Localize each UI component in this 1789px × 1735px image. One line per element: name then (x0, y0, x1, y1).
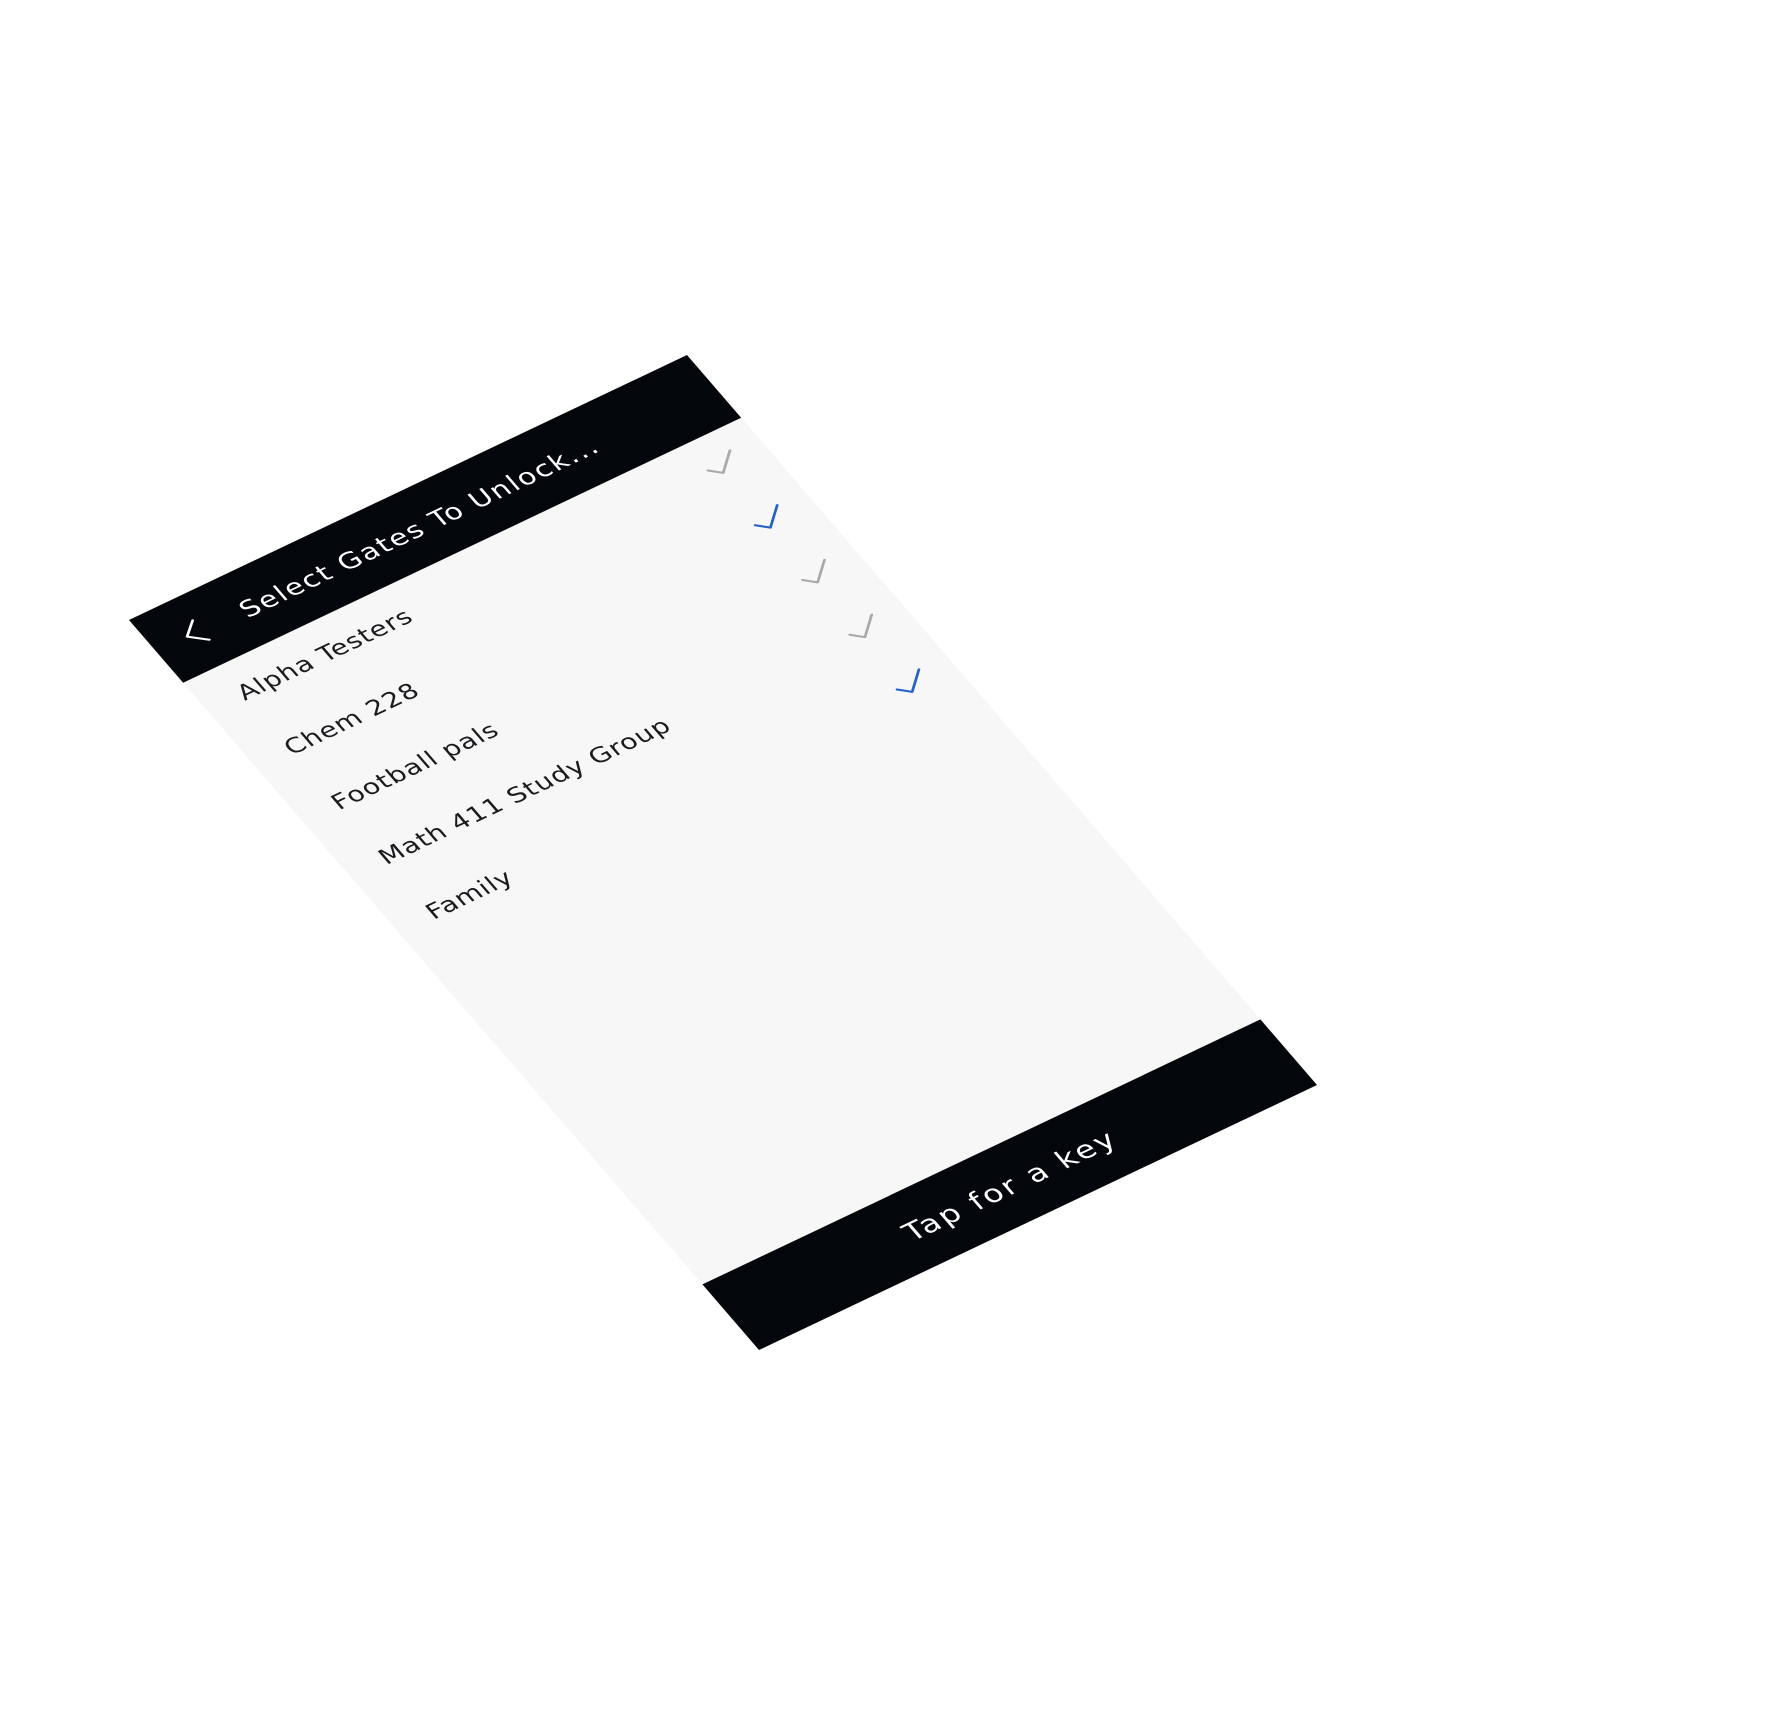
screen-canvas: Select Gates To Unlock... Alpha TestersC… (0, 0, 1789, 1735)
